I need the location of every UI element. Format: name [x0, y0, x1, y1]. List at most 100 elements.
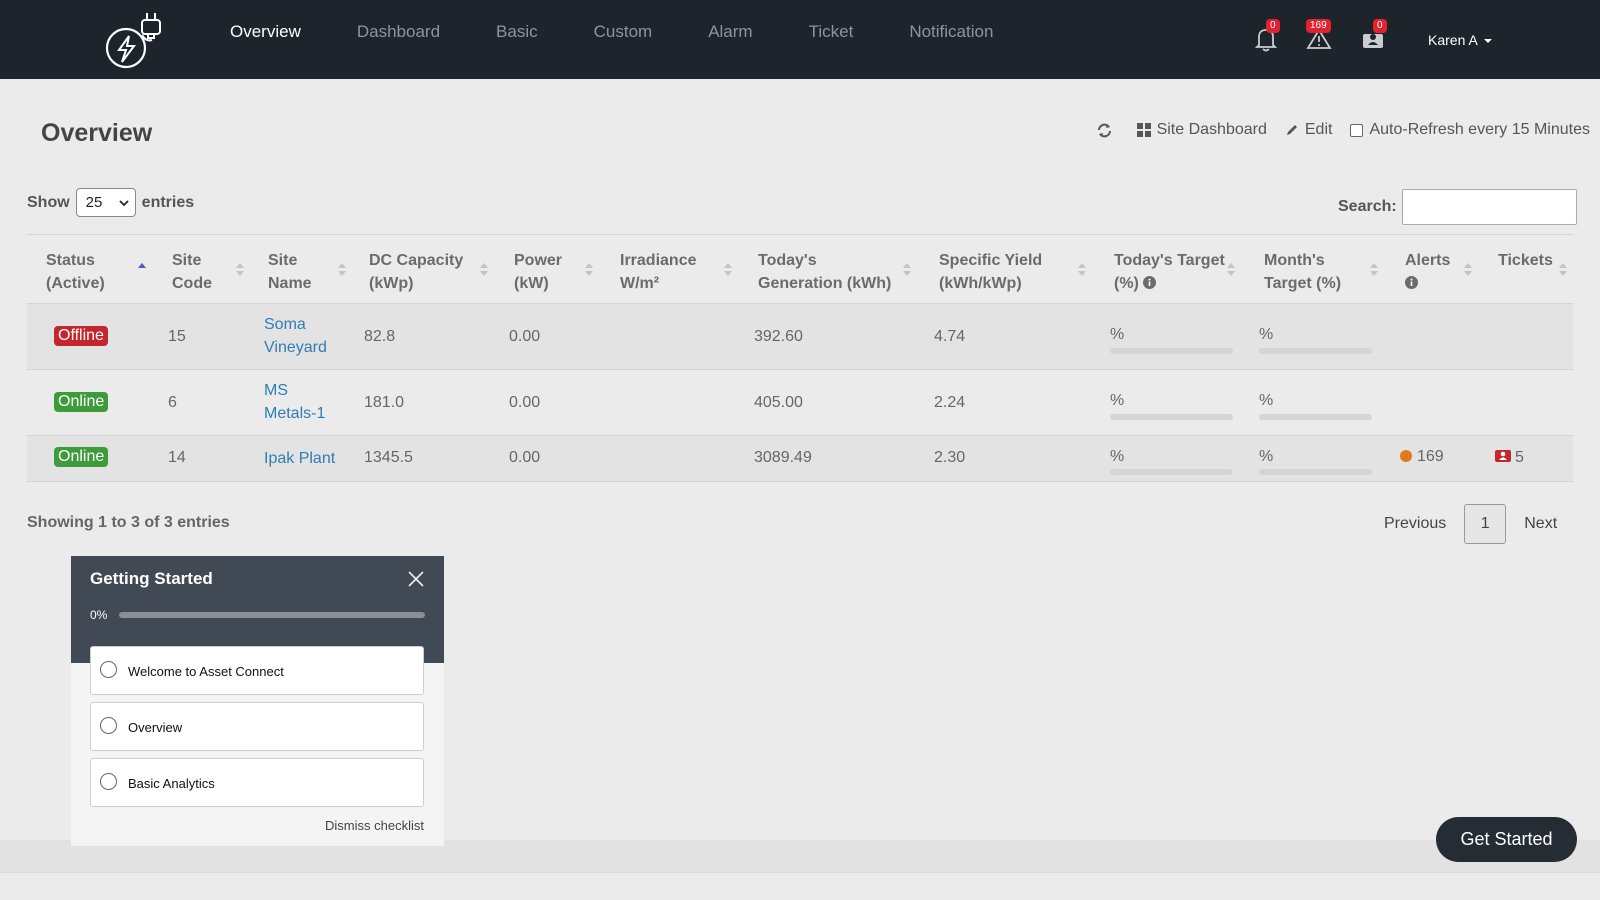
tickets-badge: 0 [1373, 19, 1387, 33]
radio-icon [100, 717, 117, 734]
entries-length-control: Show 25 entries [27, 188, 194, 217]
dc-capacity: 181.0 [364, 394, 405, 411]
checklist-item-welcome[interactable]: Welcome to Asset Connect [90, 646, 424, 695]
entries-value: 25 [85, 194, 103, 211]
sort-icon [1464, 263, 1472, 277]
today-target: % [1110, 326, 1125, 343]
alerts-count[interactable]: 169 [1400, 448, 1444, 466]
col-power[interactable]: Power (kW) [514, 249, 562, 295]
close-icon[interactable] [407, 570, 425, 588]
sort-icon [585, 263, 593, 277]
radio-icon [100, 773, 117, 790]
nav-basic[interactable]: Basic [496, 22, 538, 42]
tickets-count[interactable]: 5 [1495, 449, 1524, 467]
page-title: Overview [41, 119, 153, 147]
col-status[interactable]: Status (Active) [46, 249, 105, 295]
site-name-link[interactable]: Soma Vineyard [264, 313, 327, 359]
site-name-link[interactable]: Ipak Plant [264, 447, 335, 470]
specific-yield: 2.30 [934, 449, 966, 466]
refresh-button[interactable] [1096, 122, 1119, 139]
get-started-button[interactable]: Get Started [1436, 817, 1577, 862]
col-today-generation[interactable]: Today's Generation (kWh) [758, 249, 891, 295]
checklist-progress-bar [119, 612, 425, 618]
today-target: % [1110, 392, 1125, 409]
today-generation: 392.60 [754, 328, 803, 345]
checklist-item-label: Overview [128, 720, 183, 735]
table-row[interactable]: Online 6 MS Metals-1 181.0 0.00 405.00 2.… [27, 370, 1573, 436]
alerts-badge: 169 [1306, 19, 1331, 33]
site-code: 14 [168, 449, 186, 466]
dc-capacity: 1345.5 [364, 449, 413, 466]
edit-button[interactable]: Edit [1285, 121, 1332, 139]
col-dc-capacity[interactable]: DC Capacity (kWp) [369, 249, 463, 295]
site-dashboard-label: Site Dashboard [1156, 121, 1267, 138]
col-irradiance[interactable]: Irradiance W/m² [620, 249, 696, 295]
table-row[interactable]: Online 14 Ipak Plant 1345.5 0.00 3089.49… [27, 436, 1573, 482]
caret-down-icon [1483, 39, 1492, 44]
previous-button[interactable]: Previous [1384, 515, 1446, 533]
site-code: 15 [168, 328, 186, 345]
grid-icon [1136, 123, 1151, 137]
search-input[interactable] [1401, 189, 1577, 225]
today-generation: 3089.49 [754, 449, 812, 466]
checklist-item-label: Basic Analytics [128, 776, 215, 791]
entries-label: entries [141, 193, 195, 211]
col-specific-yield[interactable]: Specific Yield (kWh/kWp) [939, 249, 1042, 295]
col-site-name[interactable]: Site Name [268, 249, 312, 295]
month-target: % [1259, 392, 1274, 409]
nav-dashboard[interactable]: Dashboard [357, 22, 440, 42]
table-search: Search: [1338, 189, 1577, 225]
site-name-link[interactable]: MS Metals-1 [264, 379, 325, 425]
auto-refresh-checkbox[interactable] [1350, 123, 1364, 137]
bell-badge: 0 [1266, 19, 1280, 33]
status-badge: Online [54, 447, 109, 467]
checklist-item-basic-analytics[interactable]: Basic Analytics [90, 758, 424, 807]
nav-overview[interactable]: Overview [230, 22, 301, 42]
sort-icon [236, 263, 244, 277]
next-button[interactable]: Next [1524, 515, 1557, 533]
site-code: 6 [168, 394, 177, 411]
nav-ticket[interactable]: Ticket [809, 22, 854, 42]
sort-icon [1227, 263, 1235, 277]
ticket-icon [1495, 450, 1511, 462]
auto-refresh-label: Auto-Refresh every 15 Minutes [1369, 121, 1590, 138]
status-badge: Offline [54, 326, 108, 346]
pencil-icon [1286, 125, 1297, 135]
today-target: % [1110, 448, 1125, 465]
info-icon [1405, 276, 1418, 289]
sort-icon [724, 263, 732, 277]
dismiss-checklist-link[interactable]: Dismiss checklist [325, 818, 424, 833]
refresh-icon [1097, 123, 1111, 137]
col-site-code[interactable]: Site Code [172, 249, 212, 295]
sort-icon [480, 263, 488, 277]
pagination: Previous 1 Next [1384, 504, 1557, 544]
col-today-target[interactable]: Today's Target (%) [1114, 249, 1225, 295]
power: 0.00 [509, 394, 541, 411]
today-generation: 405.00 [754, 394, 803, 411]
specific-yield: 2.24 [934, 394, 966, 411]
site-dashboard-button[interactable]: Site Dashboard [1136, 121, 1267, 139]
nav-alarm[interactable]: Alarm [708, 22, 752, 42]
entries-select[interactable]: 25 [75, 188, 136, 217]
user-menu[interactable]: Karen A [1428, 32, 1492, 48]
specific-yield: 4.74 [934, 328, 966, 345]
col-tickets[interactable]: Tickets [1498, 249, 1553, 272]
page-1-button[interactable]: 1 [1464, 504, 1507, 544]
col-alerts[interactable]: Alerts [1405, 249, 1450, 295]
bolt-plug-logo-icon[interactable] [104, 10, 166, 70]
search-label: Search: [1338, 198, 1397, 215]
nav-notification[interactable]: Notification [909, 22, 993, 42]
nav-custom[interactable]: Custom [594, 22, 653, 42]
sort-icon [903, 263, 911, 277]
auto-refresh-toggle[interactable]: Auto-Refresh every 15 Minutes [1350, 121, 1590, 139]
power: 0.00 [509, 449, 541, 466]
sites-table: Status (Active) Site Code Site Name DC Capa… [27, 234, 1573, 482]
table-row[interactable]: Offline 15 Soma Vineyard 82.8 0.00 392.60… [27, 304, 1573, 370]
today-target-progress [1110, 469, 1233, 475]
checklist-item-overview[interactable]: Overview [90, 702, 424, 751]
table-header: Status (Active) Site Code Site Name DC Capa… [27, 234, 1573, 304]
month-target-progress [1259, 348, 1372, 354]
col-month-target[interactable]: Month's Target (%) [1264, 249, 1341, 295]
user-name: Karen A [1428, 32, 1478, 48]
getting-started-title: Getting Started [90, 569, 213, 588]
